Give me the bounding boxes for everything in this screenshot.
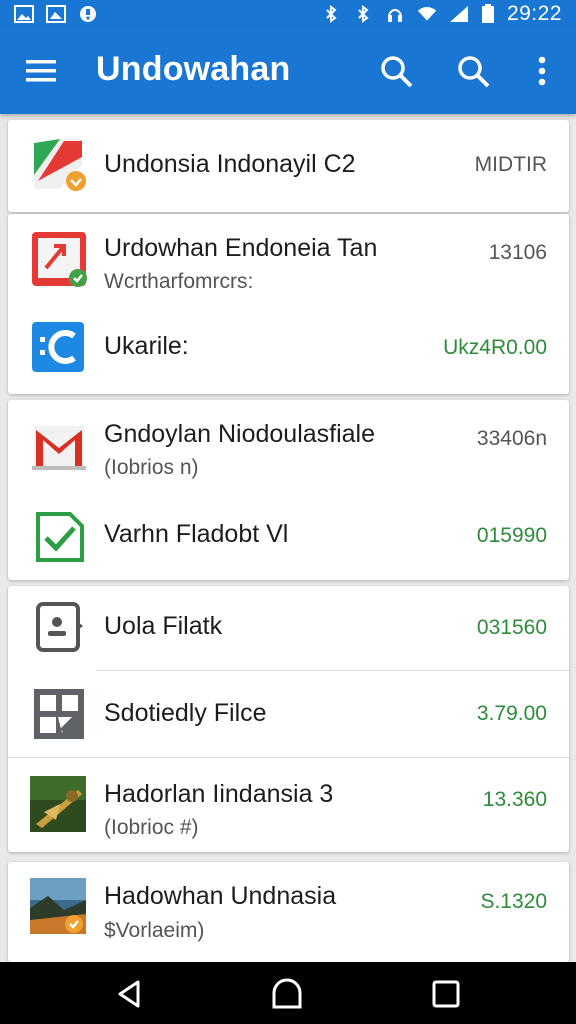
- wifi-icon: [417, 7, 437, 21]
- item-title: Hadowhan Undnasia: [104, 882, 337, 910]
- item-title: Uola Filatk: [104, 612, 223, 640]
- item-title: Varhn Fladobt Vl: [104, 520, 289, 548]
- list-card: Undonsia Indonayil C2 MIDTIR: [8, 120, 569, 212]
- bluetooth-icon: [358, 5, 369, 23]
- item-value: 33406n: [476, 427, 547, 450]
- maps-icon: [34, 139, 86, 191]
- list-card: Urdowhan Endoneia Tan Wcrtharfomrcrs: 13…: [8, 214, 569, 394]
- check-doc-icon: [36, 512, 84, 562]
- item-subtitle: Wcrtharfomrcrs:: [104, 270, 254, 293]
- item-value: 13.360: [482, 788, 547, 811]
- photo-thumbnail-icon: [30, 776, 86, 832]
- recents-icon[interactable]: [430, 978, 462, 1010]
- item-title: Undonsia Indonayil C2: [104, 150, 356, 178]
- c-app-icon: [32, 322, 84, 372]
- pdf-icon: [32, 232, 87, 287]
- list-item[interactable]: Urdowhan Endoneia Tan Wcrtharfomrcrs: 13…: [8, 214, 569, 306]
- headset-icon: [387, 9, 402, 22]
- status-time: 29:22: [506, 2, 562, 25]
- item-value: Ukz4R0.00: [443, 336, 547, 359]
- item-subtitle: (Iobrioc #): [104, 816, 199, 839]
- list-card: Gndoylan Niodoulasfiale (Iobrios n) 3340…: [8, 400, 569, 580]
- image-grid-icon: [34, 689, 84, 739]
- list-item[interactable]: Gndoylan Niodoulasfiale (Iobrios n) 3340…: [8, 400, 569, 492]
- item-title: Hadorlan Iindansia 3: [104, 780, 334, 808]
- item-subtitle: (Iobrios n): [104, 456, 199, 479]
- signal-icon: [449, 6, 468, 22]
- item-title: Urdowhan Endoneia Tan: [104, 234, 378, 262]
- item-value: 031560: [476, 616, 547, 639]
- list-item[interactable]: Undonsia Indonayil C2 MIDTIR: [8, 120, 569, 212]
- list-card: Hadowhan Undnasia $Vorlaeim) S.1320: [8, 862, 569, 962]
- list-item[interactable]: Ukarile: Ukz4R0.00: [8, 306, 569, 394]
- list-item[interactable]: Hadowhan Undnasia $Vorlaeim) S.1320: [8, 862, 569, 962]
- item-value: S.1320: [480, 890, 547, 913]
- photo-icon: [46, 5, 66, 23]
- item-title: Sdotiedly Filce: [104, 699, 267, 727]
- list-item[interactable]: Sdotiedly Filce 3.79.00: [8, 671, 569, 757]
- item-value: 3.79.00: [476, 702, 547, 725]
- item-value: MIDTIR: [474, 153, 547, 176]
- app-bar: Undowahan: [0, 28, 576, 114]
- menu-icon[interactable]: [24, 56, 58, 86]
- search-icon[interactable]: [377, 52, 415, 90]
- back-icon[interactable]: [114, 978, 146, 1010]
- bluetooth-icon: [326, 5, 337, 23]
- image-icon: [14, 5, 34, 23]
- landscape-thumbnail-icon: [30, 878, 86, 934]
- item-title: Gndoylan Niodoulasfiale: [104, 420, 376, 448]
- status-bar: 29:22: [0, 0, 576, 28]
- list-item[interactable]: Uola Filatk 031560: [8, 586, 569, 670]
- app-title: Undowahan: [96, 50, 291, 88]
- notification-icon: [80, 6, 96, 22]
- item-value: 13106: [488, 241, 547, 264]
- navigation-bar: [0, 962, 576, 1024]
- item-subtitle: $Vorlaeim): [104, 919, 205, 942]
- battery-icon: [481, 4, 494, 23]
- item-value: 015990: [476, 524, 547, 547]
- gmail-icon: [32, 426, 86, 470]
- contact-doc-icon: [36, 602, 83, 652]
- list-item[interactable]: Hadorlan Iindansia 3 (Iobrioc #) 13.360: [8, 758, 569, 852]
- search-icon[interactable]: [454, 52, 492, 90]
- more-vert-icon[interactable]: [528, 52, 556, 90]
- list-item[interactable]: Varhn Fladobt Vl 015990: [8, 492, 569, 580]
- list-card: Uola Filatk 031560 Sdotiedly Filce 3.79.…: [8, 586, 569, 852]
- home-icon[interactable]: [271, 978, 303, 1010]
- item-title: Ukarile:: [104, 332, 189, 360]
